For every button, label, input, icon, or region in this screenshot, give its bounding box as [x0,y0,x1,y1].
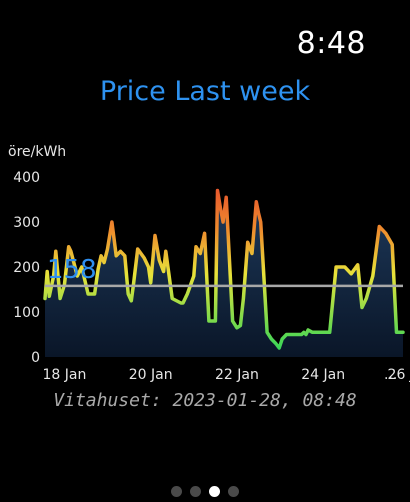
page-dot[interactable] [228,486,239,497]
y-tick-label: 100 [13,305,40,321]
x-tick-label: 18 Jan [42,367,86,383]
status-clock: 8:48 [296,26,366,61]
reference-value: 158 [47,255,97,285]
screen-title: Price Last week [99,76,311,107]
y-tick-label: 200 [13,260,40,276]
footer-source-timestamp: Vitahuset: 2023-01-28, 08:48 [53,390,357,411]
y-axis-unit: öre/kWh [8,144,66,160]
page-dot[interactable] [209,486,220,497]
x-tick-label: 22 Jan [215,367,259,383]
price-chart: öre/kWh 0 100 200 300 400 158 18 Jan 20 Jan 22… [8,144,410,383]
x-tick-label: 20 Jan [129,367,173,383]
x-tick-label: 24 Jan [301,367,345,383]
y-tick-label: 0 [31,350,40,366]
page-dot[interactable] [190,486,201,497]
page-indicator[interactable] [0,486,410,497]
x-axis-overflow: ... [384,367,397,383]
y-tick-label: 300 [13,215,40,231]
y-tick-label: 400 [13,170,40,186]
page-dot[interactable] [171,486,182,497]
